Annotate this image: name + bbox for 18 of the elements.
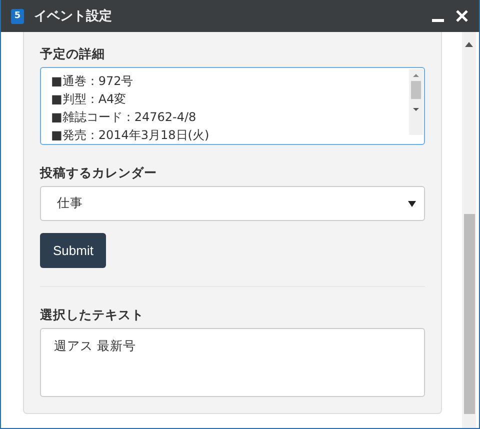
text-line: ■通巻：972号	[51, 73, 134, 90]
app-icon: 5	[11, 8, 24, 24]
field-label: 投稿するカレンダー	[40, 165, 158, 182]
text-line: ■雑誌コード：24762-4/8	[51, 109, 198, 126]
scrollbar[interactable]	[462, 32, 476, 428]
scroll-up-icon[interactable]	[465, 42, 473, 47]
calendar-select[interactable]: 仕事	[40, 186, 425, 221]
scrollbar-drawing	[409, 69, 423, 135]
field-label: 予定の詳細	[40, 46, 106, 63]
details-field[interactable]: ■通巻：972号 ■判型：A4変 ■雑誌コード：24762-4/8 ■発売：2014年3月18日(火)	[40, 67, 425, 145]
submit-button[interactable]: Submit	[40, 233, 106, 268]
field-label: 選択したテキスト	[40, 307, 145, 324]
caret-icon	[408, 200, 416, 206]
selected-text-field[interactable]: 週アス 最新号	[40, 328, 425, 397]
close-icon[interactable]	[455, 9, 469, 23]
window-title: イベント設定	[34, 8, 113, 25]
text-line: ■判型：A4変	[51, 91, 128, 108]
text-line: ■発売：2014年3月18日(火)	[51, 127, 210, 144]
